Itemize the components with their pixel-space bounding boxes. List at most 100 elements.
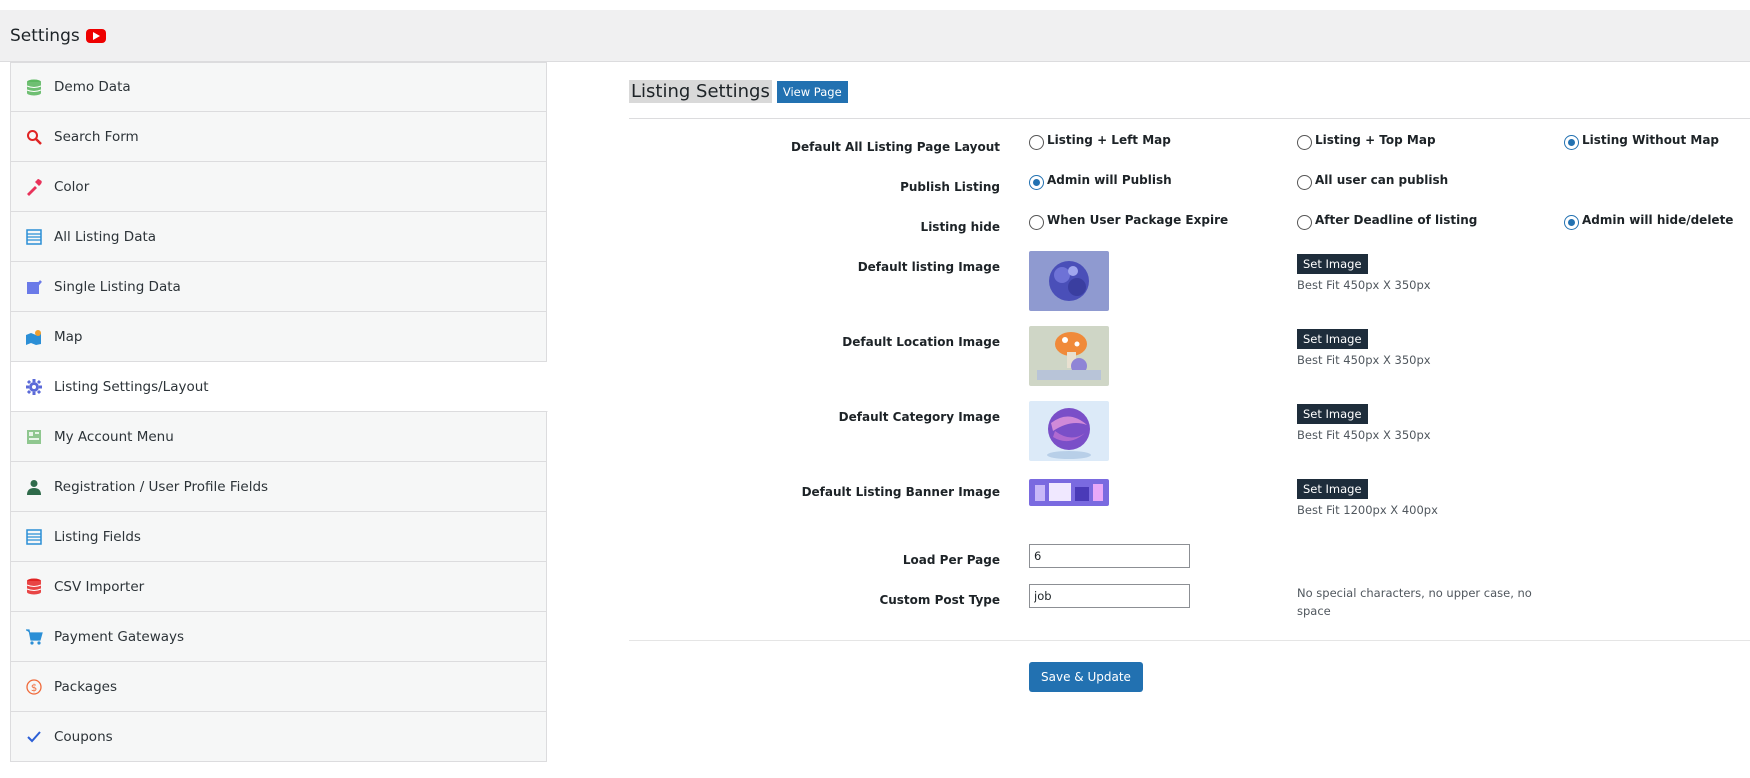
youtube-icon[interactable]	[85, 29, 106, 43]
option-label: Listing + Left Map	[1047, 133, 1171, 147]
settings-sidebar: Demo Data Search Form Color All Listing …	[10, 62, 548, 762]
option-label: Listing + Top Map	[1315, 133, 1436, 147]
settings-header: Settings	[0, 10, 1750, 62]
banner-image-preview	[1029, 479, 1109, 506]
sidebar-item-label: Payment Gateways	[54, 628, 185, 645]
layout-option-left-map[interactable]: Listing + Left Map	[1029, 133, 1171, 150]
section-header: Listing Settings View Page	[629, 80, 848, 103]
list-icon	[25, 528, 43, 546]
listing-image-label: Default listing Image	[857, 260, 1000, 274]
page-title: Settings	[10, 26, 106, 46]
sidebar-item-color[interactable]: Color	[10, 162, 547, 212]
sidebar-item-map[interactable]: Map	[10, 312, 547, 362]
publish-option-all-users[interactable]: All user can publish	[1297, 173, 1448, 190]
radio-button[interactable]	[1029, 215, 1044, 230]
publish-option-admin[interactable]: Admin will Publish	[1029, 173, 1172, 190]
listing-settings-panel: Listing Settings View Page Default All L…	[547, 62, 1750, 778]
divider	[629, 118, 1750, 119]
option-label: When User Package Expire	[1047, 213, 1229, 227]
sidebar-item-label: Map	[54, 328, 83, 345]
sidebar-item-listing-fields[interactable]: Listing Fields	[10, 512, 547, 562]
divider	[629, 640, 1750, 641]
hide-option-admin[interactable]: Admin will hide/delete	[1564, 213, 1733, 230]
section-title: Listing Settings	[629, 80, 772, 103]
banner-image-label: Default Listing Banner Image	[801, 485, 1000, 499]
sidebar-item-all-listing-data[interactable]: All Listing Data	[10, 212, 547, 262]
edit-icon	[25, 278, 43, 296]
sidebar-item-packages[interactable]: $ Packages	[10, 662, 547, 712]
svg-text:$: $	[31, 683, 37, 694]
set-listing-image-button[interactable]: Set Image	[1297, 254, 1368, 274]
load-per-page-label: Load Per Page	[902, 553, 1000, 567]
layout-option-without-map[interactable]: Listing Without Map	[1564, 133, 1719, 150]
gear-icon	[25, 378, 43, 396]
view-page-button[interactable]: View Page	[776, 80, 848, 103]
option-label: Admin will Publish	[1047, 173, 1172, 187]
sidebar-item-label: Search Form	[54, 128, 139, 145]
set-category-image-button[interactable]: Set Image	[1297, 404, 1368, 424]
option-label: All user can publish	[1315, 173, 1449, 187]
sidebar-item-label: CSV Importer	[54, 578, 145, 595]
sidebar-item-my-account-menu[interactable]: My Account Menu	[10, 412, 547, 462]
set-banner-image-button[interactable]: Set Image	[1297, 479, 1368, 499]
sidebar-item-label: Listing Settings/Layout	[54, 378, 209, 395]
load-per-page-input[interactable]	[1029, 544, 1190, 568]
listing-image-hint: Best Fit 450px X 350px	[1297, 278, 1431, 292]
sidebar-item-coupons[interactable]: Coupons	[10, 712, 547, 762]
radio-button[interactable]	[1297, 135, 1312, 150]
radio-button[interactable]	[1297, 215, 1312, 230]
sidebar-item-label: Listing Fields	[54, 528, 141, 545]
map-icon	[25, 328, 43, 346]
category-image-hint: Best Fit 450px X 350px	[1297, 428, 1431, 442]
sidebar-item-label: Single Listing Data	[54, 278, 181, 295]
location-image-label: Default Location Image	[842, 335, 1000, 349]
custom-post-type-note: No special characters, no upper case, no…	[1297, 586, 1532, 619]
sidebar-item-label: Coupons	[54, 728, 113, 745]
publish-label: Publish Listing	[900, 180, 1000, 194]
radio-button[interactable]	[1297, 175, 1312, 190]
hide-label: Listing hide	[920, 220, 1000, 234]
sidebar-item-label: My Account Menu	[54, 428, 174, 445]
check-icon	[25, 728, 43, 746]
category-image-label: Default Category Image	[838, 410, 1000, 424]
location-image-preview	[1029, 326, 1109, 386]
sidebar-item-label: All Listing Data	[54, 228, 157, 245]
layout-label: Default All Listing Page Layout	[791, 140, 1000, 154]
option-label: Listing Without Map	[1582, 133, 1720, 147]
custom-post-type-input[interactable]	[1029, 584, 1190, 608]
page-title-text: Settings	[10, 26, 80, 46]
top-strip	[0, 0, 1750, 10]
list-icon	[25, 228, 43, 246]
category-image-preview	[1029, 401, 1109, 461]
user-icon	[25, 478, 43, 496]
dollar-icon: $	[25, 678, 43, 696]
layout-option-top-map[interactable]: Listing + Top Map	[1297, 133, 1436, 150]
sidebar-item-label: Packages	[54, 678, 117, 695]
save-update-button[interactable]: Save & Update	[1029, 662, 1143, 692]
option-label: After Deadline of listing	[1315, 213, 1478, 227]
sidebar-item-label: Color	[54, 178, 90, 195]
radio-button[interactable]	[1029, 135, 1044, 150]
listing-image-preview	[1029, 251, 1109, 311]
sidebar-item-label: Demo Data	[54, 79, 131, 95]
radio-button-selected[interactable]	[1029, 175, 1044, 190]
sidebar-item-search-form[interactable]: Search Form	[10, 112, 547, 162]
cart-icon	[25, 628, 43, 646]
sidebar-item-listing-settings-layout[interactable]: Listing Settings/Layout	[10, 362, 548, 412]
radio-button-selected[interactable]	[1564, 215, 1579, 230]
sidebar-item-demo-data[interactable]: Demo Data	[10, 62, 547, 112]
set-location-image-button[interactable]: Set Image	[1297, 329, 1368, 349]
database-icon	[25, 578, 43, 596]
database-icon	[25, 78, 43, 96]
sidebar-item-csv-importer[interactable]: CSV Importer	[10, 562, 547, 612]
custom-post-type-label: Custom Post Type	[879, 593, 1000, 607]
radio-button-selected[interactable]	[1564, 135, 1579, 150]
menu-icon	[25, 428, 43, 446]
hide-option-package-expire[interactable]: When User Package Expire	[1029, 213, 1228, 230]
sidebar-item-payment-gateways[interactable]: Payment Gateways	[10, 612, 547, 662]
hide-option-deadline[interactable]: After Deadline of listing	[1297, 213, 1477, 230]
sidebar-item-single-listing-data[interactable]: Single Listing Data	[10, 262, 547, 312]
option-label: Admin will hide/delete	[1582, 213, 1734, 227]
sidebar-item-registration[interactable]: Registration / User Profile Fields	[10, 462, 547, 512]
banner-image-hint: Best Fit 1200px X 400px	[1297, 503, 1438, 517]
